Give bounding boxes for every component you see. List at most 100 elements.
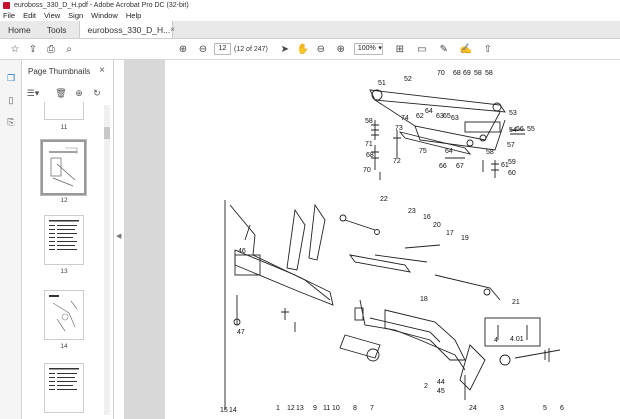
options-menu-icon[interactable]: ☰▾ (26, 88, 40, 99)
delete-icon[interactable]: 🗑 (54, 88, 68, 99)
thumbnail-page-11[interactable] (44, 102, 84, 120)
hand-tool-icon[interactable]: ✋ (296, 42, 310, 56)
part-label: 13 (296, 405, 304, 412)
part-label: 59 (508, 159, 516, 166)
page-fit-icon[interactable]: ⊞ (393, 42, 407, 56)
zoom-level-value: 100% (357, 45, 376, 52)
thumbnail-label: 14 (60, 343, 68, 350)
part-label: 64 (425, 108, 433, 115)
part-label: 71 (365, 141, 373, 148)
bookmark-star-icon[interactable]: ☆ (8, 42, 22, 56)
comment-icon[interactable]: ▭ (415, 42, 429, 56)
print-icon[interactable]: ⎙ (44, 42, 58, 56)
part-label: 46 (238, 248, 246, 255)
part-label: 74 (401, 115, 409, 122)
menu-help[interactable]: Help (126, 11, 141, 20)
part-label: 52 (404, 76, 412, 83)
part-label: 9 (313, 405, 317, 412)
thumbnail-table (49, 368, 79, 390)
part-label: 57 (507, 142, 515, 149)
zoom-in-icon[interactable]: ⊕ (334, 42, 348, 56)
part-label: 70 (363, 167, 371, 174)
panel-close-icon[interactable]: × (99, 65, 105, 76)
attachment-icon[interactable]: ⎘ (5, 116, 17, 128)
thumbnail-label: 11 (60, 124, 68, 131)
panel-title: Page Thumbnails (28, 67, 91, 76)
tab-home[interactable]: Home (0, 21, 39, 38)
fill-sign-icon[interactable]: ✍ (459, 42, 473, 56)
part-label: 6 (560, 405, 564, 412)
tab-document-label: euroboss_330_D_H... (87, 24, 171, 35)
part-label: 4.01 (510, 336, 524, 343)
thumbnail-page-15[interactable] (44, 363, 84, 413)
menu-sign[interactable]: Sign (68, 11, 83, 20)
part-label: 24 (469, 405, 477, 412)
menu-file[interactable]: File (3, 11, 15, 20)
thumbnails-scrollbar[interactable] (104, 105, 110, 415)
tab-close-icon[interactable]: × (170, 25, 175, 34)
part-label: 1 (276, 405, 280, 412)
window-titlebar: euroboss_330_D_H.pdf - Adobe Acrobat Pro… (0, 0, 620, 10)
next-page-icon[interactable]: ⊖ (196, 42, 210, 56)
menu-edit[interactable]: Edit (23, 11, 36, 20)
upload-cloud-icon[interactable]: ⇪ (26, 42, 40, 56)
part-label: 73 (395, 125, 403, 132)
part-label: 67 (456, 163, 464, 170)
part-label: 65 (443, 113, 451, 120)
part-label: 60 (508, 170, 516, 177)
thumbnail-table (49, 220, 79, 250)
insert-page-icon[interactable]: ⊕ (72, 88, 86, 99)
zoom-out-icon[interactable]: ⊖ (314, 42, 328, 56)
search-icon[interactable]: ⌕ (62, 42, 76, 56)
part-label: 11 (323, 405, 330, 412)
highlight-pen-icon[interactable]: ✎ (437, 42, 451, 56)
part-label: 68 (366, 152, 374, 159)
left-rail: ❐ ▯ ⎘ (0, 60, 22, 419)
tab-tools[interactable]: Tools (39, 21, 75, 38)
part-label: 75 (419, 148, 427, 155)
page-thumbnails-icon[interactable]: ❐ (5, 72, 17, 84)
part-label: 58 (365, 118, 373, 125)
select-cursor-icon[interactable]: ➤ (278, 42, 292, 56)
tab-tools-label: Tools (46, 24, 67, 35)
part-label: 10 (332, 405, 340, 412)
part-label: 22 (380, 196, 388, 203)
part-label: 12 (287, 405, 295, 412)
part-label: 4 (494, 337, 498, 344)
part-label: 70 (437, 70, 445, 77)
tab-bar: Home Tools euroboss_330_D_H... × (0, 21, 620, 39)
part-label: 58 (485, 70, 493, 77)
page-number-input[interactable]: 12 (214, 43, 231, 55)
menubar: File Edit View Sign Window Help (0, 10, 620, 21)
part-label: 53 (509, 110, 517, 117)
thumbnail-page-14[interactable] (44, 290, 84, 340)
tab-document[interactable]: euroboss_330_D_H... × (78, 21, 175, 38)
previous-page-icon[interactable]: ⊕ (176, 42, 190, 56)
thumbnail-label: 12 (60, 197, 68, 204)
part-label: 21 (512, 299, 520, 306)
part-label: 3 (500, 405, 504, 412)
part-label: 45 (437, 388, 445, 395)
part-label: 69 (463, 70, 471, 77)
main-toolbar: ☆ ⇪ ⎙ ⌕ ⊕ ⊖ 12 (12 of 247) ➤ ✋ ⊖ ⊕ 100% ▾… (0, 39, 620, 60)
thumbnail-page-12[interactable] (41, 140, 86, 195)
part-label: 58 (474, 70, 482, 77)
thumbnail-page-13[interactable] (44, 215, 84, 265)
share-icon[interactable]: ⇧ (481, 42, 495, 56)
bookmark-icon[interactable]: ▯ (5, 94, 17, 106)
panel-collapse-icon[interactable]: ◀ (116, 232, 121, 240)
rotate-icon[interactable]: ↻ (90, 88, 104, 99)
part-label: 18 (420, 296, 428, 303)
scrollbar-thumb[interactable] (104, 127, 110, 139)
part-label: 58 (486, 149, 494, 156)
zoom-level-select[interactable]: 100% ▾ (353, 43, 383, 55)
menu-window[interactable]: Window (91, 11, 118, 20)
part-label: 56 (516, 126, 524, 133)
thumbnails-panel: Page Thumbnails × ☰▾ 🗑 ⊕ ↻ 11 12 13 14 (22, 60, 114, 419)
window-title: euroboss_330_D_H.pdf - Adobe Acrobat Pro… (14, 1, 189, 9)
panel-toolbar: ☰▾ 🗑 ⊕ ↻ (26, 86, 110, 100)
part-label: 23 (408, 208, 416, 215)
part-label: 8 (353, 405, 357, 412)
menu-view[interactable]: View (44, 11, 60, 20)
thumbnail-drawing (49, 147, 78, 187)
